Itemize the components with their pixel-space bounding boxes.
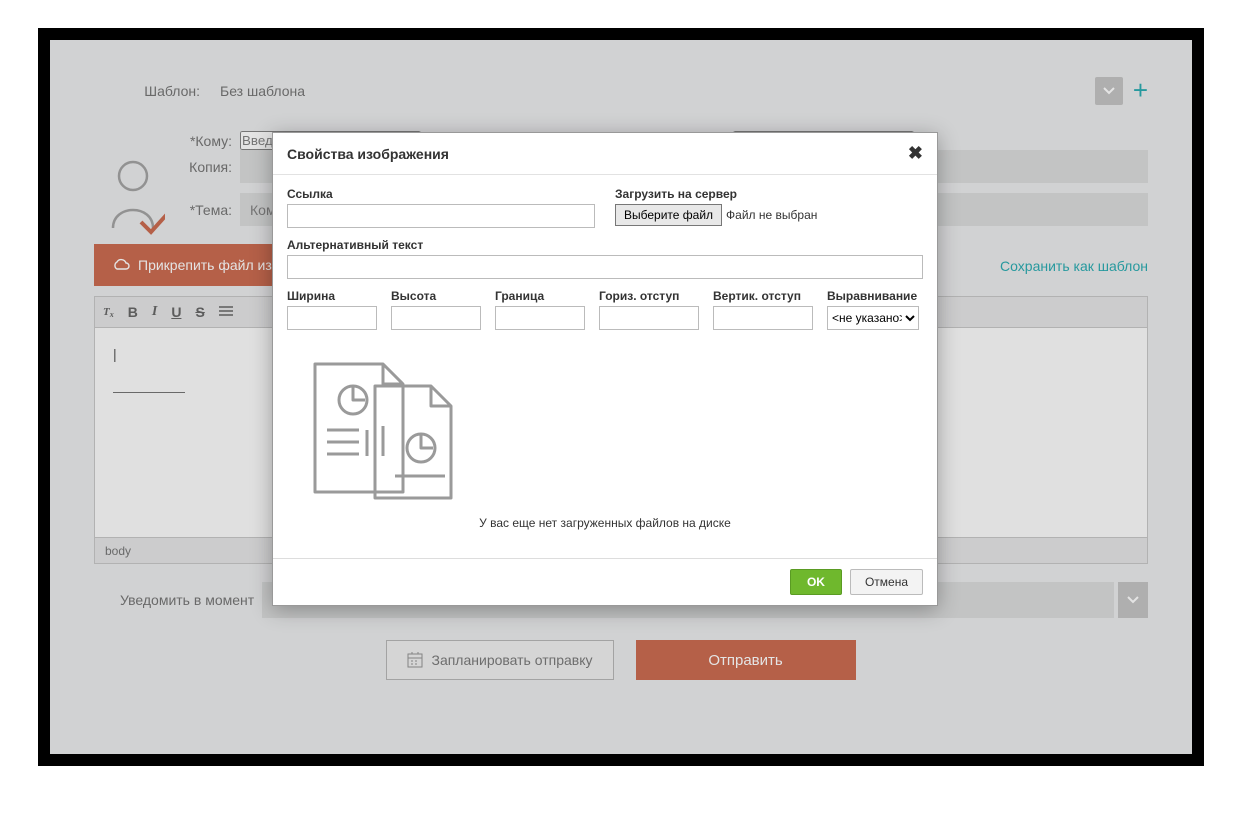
hspace-label: Гориз. отступ bbox=[599, 289, 699, 303]
documents-icon bbox=[287, 356, 467, 506]
height-input[interactable] bbox=[391, 306, 481, 330]
border-label: Граница bbox=[495, 289, 585, 303]
dialog-title: Свойства изображения bbox=[287, 146, 449, 162]
no-file-text: Файл не выбран bbox=[726, 208, 817, 222]
empty-files-text: У вас еще нет загруженных файлов на диск… bbox=[287, 516, 923, 530]
hspace-input[interactable] bbox=[599, 306, 699, 330]
image-properties-dialog: Свойства изображения ✖ Ссылка Загрузить … bbox=[272, 132, 938, 606]
alt-label: Альтернативный текст bbox=[287, 238, 923, 252]
ok-button[interactable]: OK bbox=[790, 569, 842, 595]
width-label: Ширина bbox=[287, 289, 377, 303]
align-label: Выравнивание bbox=[827, 289, 919, 303]
vspace-input[interactable] bbox=[713, 306, 813, 330]
upload-label: Загрузить на сервер bbox=[615, 187, 923, 201]
url-label: Ссылка bbox=[287, 187, 595, 201]
vspace-label: Вертик. отступ bbox=[713, 289, 813, 303]
border-input[interactable] bbox=[495, 306, 585, 330]
align-select[interactable]: <не указано> bbox=[827, 306, 919, 330]
dialog-close-button[interactable]: ✖ bbox=[908, 143, 923, 164]
url-input[interactable] bbox=[287, 204, 595, 228]
choose-file-button[interactable]: Выберите файл bbox=[615, 204, 722, 226]
cancel-button[interactable]: Отмена bbox=[850, 569, 923, 595]
alt-input[interactable] bbox=[287, 255, 923, 279]
height-label: Высота bbox=[391, 289, 481, 303]
width-input[interactable] bbox=[287, 306, 377, 330]
